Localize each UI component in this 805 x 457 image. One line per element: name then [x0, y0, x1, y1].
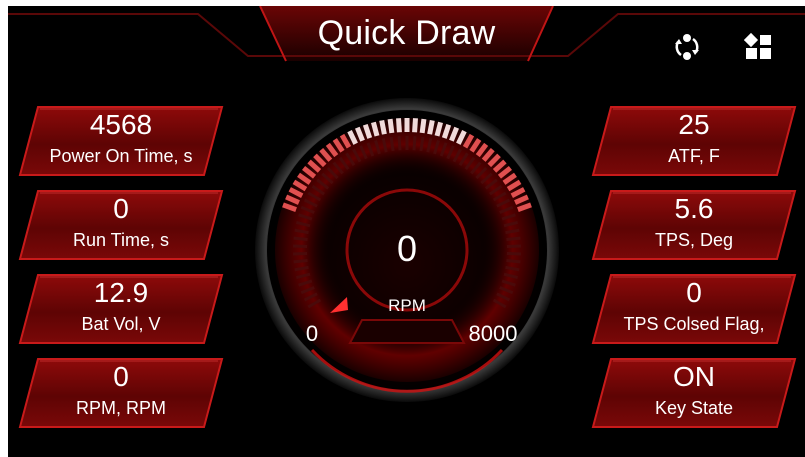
tile-value: 0: [113, 361, 129, 392]
gauge-minor-tick: [293, 236, 308, 242]
gauge-tick: [387, 118, 395, 134]
gauge-minor-tick: [397, 136, 402, 151]
rpm-gauge: 0 RPM 0 8000: [252, 95, 562, 405]
gauge-minor-tick: [419, 136, 425, 152]
gauge-value: 0: [396, 228, 418, 269]
gauge-minor-tick: [412, 136, 417, 151]
gauge-tick: [427, 119, 435, 135]
gauge-minor-tick: [293, 258, 308, 264]
gauge-minor-tick: [506, 236, 521, 242]
tile-power-on-time[interactable]: 4568 Power On Time, s: [18, 105, 224, 177]
tile-label: ATF, F: [668, 146, 720, 166]
dashboard-screen: Quick Draw 4568 Power On Time, s 0 Run T…: [8, 6, 805, 457]
tile-value: 0: [686, 277, 702, 308]
gauge-minor-tick: [506, 258, 521, 264]
tile-label: Key State: [654, 398, 734, 418]
tile-value: 5.6: [674, 193, 714, 224]
gauge-min-label: 0: [305, 321, 319, 346]
gauge-tick: [434, 121, 443, 137]
gauge-tick: [419, 118, 427, 134]
tile-label: TPS Colsed Flag,: [623, 314, 765, 334]
tile-label: Run Time, s: [72, 230, 170, 250]
tile-run-time[interactable]: 0 Run Time, s: [18, 189, 224, 261]
tile-key-state[interactable]: ON Key State: [591, 357, 797, 429]
gauge-tick: [396, 118, 402, 133]
tile-atf[interactable]: 25 ATF, F: [591, 105, 797, 177]
tile-tps-closed-flag[interactable]: 0 TPS Colsed Flag,: [591, 273, 797, 345]
cycle-arrows-icon[interactable]: [672, 32, 702, 62]
tile-value: ON: [673, 361, 715, 392]
grid-layout-icon[interactable]: [743, 32, 774, 62]
gauge-max-label: 8000: [468, 321, 518, 346]
tile-value: 0: [113, 193, 129, 224]
tile-value: 12.9: [93, 277, 149, 308]
tile-label: RPM, RPM: [76, 398, 166, 418]
tile-label: Power On Time, s: [49, 146, 193, 166]
tile-bat-vol[interactable]: 12.9 Bat Vol, V: [18, 273, 224, 345]
gauge-tick: [379, 119, 387, 135]
tile-tps[interactable]: 5.6 TPS, Deg: [591, 189, 797, 261]
tile-rpm[interactable]: 0 RPM, RPM: [18, 357, 224, 429]
gauge-tick: [371, 121, 380, 137]
tile-value: 25: [678, 109, 710, 140]
tile-value: 4568: [89, 109, 153, 140]
tile-label: Bat Vol, V: [81, 314, 161, 334]
gauge-minor-tick: [389, 136, 395, 152]
tile-label: TPS, Deg: [654, 230, 734, 250]
gauge-unit: RPM: [388, 296, 426, 315]
gauge-tick: [412, 118, 418, 133]
